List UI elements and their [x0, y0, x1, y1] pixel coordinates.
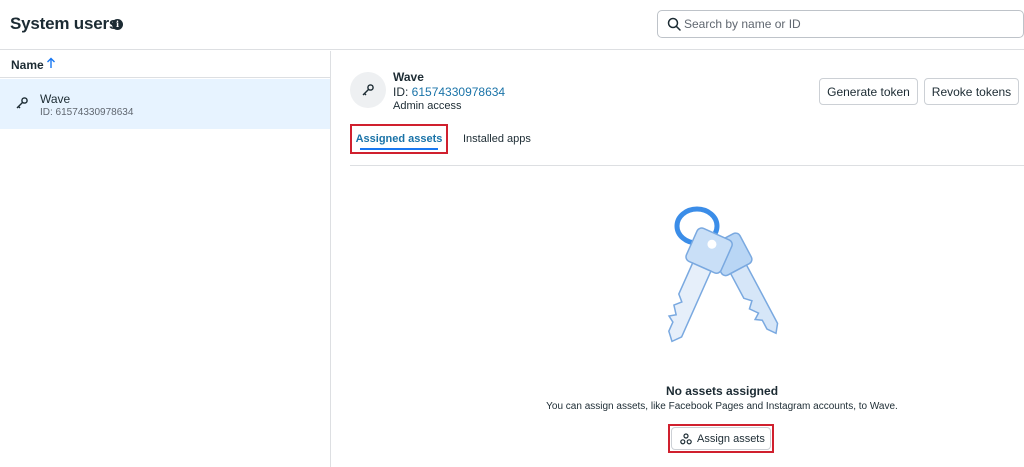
assign-assets-button[interactable]: Assign assets [671, 427, 771, 450]
user-name: Wave [40, 92, 71, 106]
search-input[interactable] [684, 15, 1014, 33]
assign-assets-highlight: Assign assets [668, 424, 774, 453]
assets-icon [680, 433, 692, 445]
assign-assets-label: Assign assets [697, 433, 765, 445]
users-list-panel: Name Wave ID: 61574330978634 [0, 51, 331, 467]
active-tab-indicator [360, 148, 438, 150]
user-detail-panel: Wave ID: 61574330978634 Admin access Gen… [332, 51, 1024, 467]
name-column-header[interactable]: Name [0, 51, 331, 78]
revoke-tokens-button[interactable]: Revoke tokens [924, 78, 1019, 105]
tab-installed-apps[interactable]: Installed apps [463, 133, 531, 145]
generate-token-button[interactable]: Generate token [819, 78, 918, 105]
info-icon[interactable]: i [112, 19, 123, 30]
detail-user-name: Wave [393, 70, 424, 84]
user-id: ID: 61574330978634 [40, 107, 134, 118]
page-header: System users i [0, 0, 1024, 50]
detail-user-id: ID: 61574330978634 [393, 85, 505, 99]
search-box[interactable] [657, 10, 1024, 38]
user-row[interactable]: Wave ID: 61574330978634 [0, 79, 330, 129]
detail-id-prefix: ID: [393, 85, 412, 99]
tab-divider [350, 165, 1024, 166]
detail-id-link[interactable]: 61574330978634 [412, 85, 505, 99]
column-header-label: Name [11, 58, 44, 72]
sort-ascending-icon[interactable] [46, 57, 56, 69]
keys-illustration [667, 206, 779, 343]
key-icon [16, 97, 28, 109]
tab-assigned-assets[interactable]: Assigned assets [350, 124, 448, 154]
key-icon [362, 84, 374, 96]
avatar [350, 72, 386, 108]
empty-state-title: No assets assigned [665, 384, 779, 398]
empty-state-description: You can assign assets, like Facebook Pag… [546, 401, 898, 412]
search-icon [667, 17, 681, 31]
access-level: Admin access [393, 100, 462, 112]
page-title: System users [10, 14, 119, 33]
